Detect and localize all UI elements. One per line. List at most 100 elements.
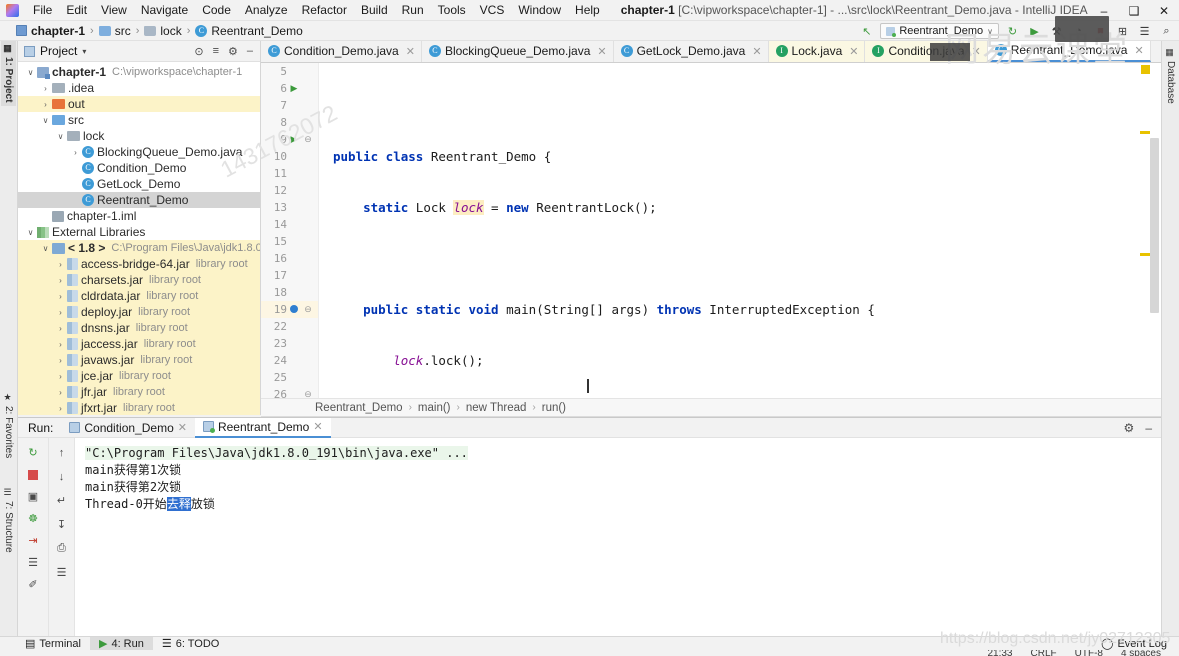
tree-node-jfxrt-jar[interactable]: › jfxrt.jar library root — [18, 400, 260, 415]
run-gutter-icon[interactable]: ▶ — [287, 83, 301, 94]
clear-all-icon[interactable]: ☰ — [54, 565, 70, 580]
tree-node-getlock-demo[interactable]: C GetLock_Demo — [18, 176, 260, 192]
editor-breadcrumb-run[interactable]: run() — [542, 402, 566, 414]
menu-window[interactable]: Window — [511, 1, 568, 19]
status-button-run[interactable]: ▶ 4: Run — [89, 636, 153, 651]
chevron-down-icon[interactable]: ∨ — [39, 244, 52, 253]
gutter-row[interactable]: 13 — [261, 199, 318, 216]
menu-refactor[interactable]: Refactor — [295, 1, 354, 19]
chevron-right-icon[interactable]: › — [54, 324, 67, 333]
error-stripe-marker[interactable] — [1140, 131, 1150, 134]
tree-node-out[interactable]: › out — [18, 96, 260, 112]
editor-tab-blockingqueue-demo-java[interactable]: C BlockingQueue_Demo.java ✕ — [422, 41, 614, 62]
run-icon[interactable]: ▶ — [1026, 23, 1043, 39]
tree-node-blockingqueue-demo-java[interactable]: › C BlockingQueue_Demo.java — [18, 144, 260, 160]
chevron-right-icon[interactable]: › — [54, 260, 67, 269]
gutter-row[interactable]: 11 — [261, 165, 318, 182]
pin-tab-icon[interactable]: ✐ — [25, 577, 41, 592]
close-icon[interactable]: ✕ — [597, 45, 606, 58]
chevron-right-icon[interactable]: › — [54, 388, 67, 397]
console-output[interactable]: "C:\Program Files\Java\jdk1.8.0_191\bin\… — [75, 438, 1161, 637]
rerun-icon[interactable]: ↻ — [25, 445, 41, 460]
export-icon[interactable]: ⇥ — [25, 533, 41, 548]
print-icon[interactable]: ⎙ — [54, 541, 70, 556]
tool-tab-project[interactable]: ▦ 1: Project — [1, 41, 16, 106]
chevron-right-icon[interactable]: › — [54, 356, 67, 365]
tree-node-condition-demo[interactable]: C Condition_Demo — [18, 160, 260, 176]
chevron-right-icon[interactable]: › — [69, 148, 82, 157]
stop-icon[interactable]: ■ — [1092, 23, 1109, 39]
menu-build[interactable]: Build — [354, 1, 395, 19]
gutter-row[interactable]: 17 — [261, 267, 318, 284]
run-tab-condition-demo[interactable]: Condition_Demo ✕ — [61, 418, 195, 438]
menu-tools[interactable]: Tools — [431, 1, 473, 19]
rerun-icon[interactable]: ↻ — [1004, 23, 1021, 39]
error-stripe-marker[interactable] — [1140, 253, 1150, 256]
menu-navigate[interactable]: Navigate — [134, 1, 195, 19]
gutter-row[interactable]: 25 — [261, 369, 318, 386]
fold-toggle-icon[interactable]: ⊖ — [301, 389, 315, 398]
gutter-row[interactable]: 9 ▶ ⊖ — [261, 131, 318, 148]
tree-node-charsets-jar[interactable]: › charsets.jar library root — [18, 272, 260, 288]
fold-toggle-icon[interactable]: ⊖ — [301, 134, 315, 145]
editor-breadcrumb-class[interactable]: Reentrant_Demo — [315, 402, 403, 414]
code-editor[interactable]: 5 6 ▶ 7 8 9 ▶ ⊖ 10 11 12 13 14 15 16 17 18 19 ⊖ 22 23 24 25 26 ⊖… — [261, 63, 1161, 398]
chevron-right-icon[interactable]: › — [54, 292, 67, 301]
update-app-icon[interactable]: ⊞ — [1114, 23, 1131, 39]
collapse-all-icon[interactable]: ≡ — [213, 45, 219, 57]
file-encoding[interactable]: UTF-8 — [1075, 650, 1103, 656]
screenshot-icon[interactable]: ▣ — [25, 489, 41, 504]
editor-tab-getlock-demo-java[interactable]: C GetLock_Demo.java ✕ — [614, 41, 769, 62]
breadcrumb-lock[interactable]: lock — [144, 24, 182, 38]
editor-tab-reentrant-demo-java[interactable]: C Reentrant_Demo.java ✕ — [987, 41, 1151, 62]
chevron-right-icon[interactable]: › — [54, 308, 67, 317]
tree-node-jaccess-jar[interactable]: › jaccess.jar library root — [18, 336, 260, 352]
tree-node-jfr-jar[interactable]: › jfr.jar library root — [18, 384, 260, 400]
menu-help[interactable]: Help — [568, 1, 607, 19]
build-hammer-icon[interactable]: ↖ — [858, 23, 875, 39]
tool-tab-favorites[interactable]: ★ 2: Favorites — [1, 390, 16, 461]
tree-node-1-8[interactable]: ∨ < 1.8 > C:\Program Files\Java\jdk1.8.0_1… — [18, 240, 260, 256]
tree-node-access-bridge-64-jar[interactable]: › access-bridge-64.jar library root — [18, 256, 260, 272]
close-icon[interactable]: ✕ — [406, 45, 415, 58]
gutter-row[interactable]: 16 — [261, 250, 318, 267]
gutter-row[interactable]: 23 — [261, 335, 318, 352]
chevron-down-icon[interactable]: ∨ — [24, 228, 37, 237]
line-separator[interactable]: CRLF — [1031, 650, 1057, 656]
tool-tab-structure[interactable]: ☰ 7: Structure — [1, 485, 16, 556]
editor-code-area[interactable]: public class Reentrant_Demo { static Loc… — [319, 63, 1161, 398]
close-icon[interactable]: ✕ — [849, 45, 858, 58]
thread-dump-icon[interactable]: ☸ — [25, 511, 41, 526]
gutter-row[interactable]: 22 — [261, 318, 318, 335]
tree-node-reentrant-demo[interactable]: C Reentrant_Demo — [18, 192, 260, 208]
editor-tab-condition-java[interactable]: I Condition.java ✕ — [865, 41, 988, 62]
tree-node-jce-jar[interactable]: › jce.jar library root — [18, 368, 260, 384]
console-view-icon[interactable]: ☰ — [25, 555, 41, 570]
minimize-button[interactable]: – — [1089, 4, 1119, 18]
breakpoint-icon[interactable] — [287, 304, 301, 315]
scroll-up-icon[interactable]: ↑ — [54, 445, 70, 460]
chevron-down-icon[interactable]: ∨ — [54, 132, 67, 141]
chevron-right-icon[interactable]: › — [39, 84, 52, 93]
editor-breadcrumb-new-thread[interactable]: new Thread — [466, 402, 527, 414]
scroll-to-end-icon[interactable]: ↧ — [54, 517, 70, 532]
editor-gutter[interactable]: 5 6 ▶ 7 8 9 ▶ ⊖ 10 11 12 13 14 15 16 17 18 19 ⊖ 22 23 24 25 26 ⊖ — [261, 63, 319, 398]
run-configuration-selector[interactable]: Reentrant_Demo ∨ — [880, 23, 999, 39]
chevron-right-icon[interactable]: › — [54, 372, 67, 381]
breadcrumb-reentrant-demo[interactable]: C Reentrant_Demo — [195, 24, 303, 38]
run-tab-reentrant-demo[interactable]: Reentrant_Demo ✕ — [194, 417, 331, 438]
editor-tab-condition-demo-java[interactable]: C Condition_Demo.java ✕ — [261, 41, 422, 62]
chevron-right-icon[interactable]: › — [54, 404, 67, 413]
chevron-right-icon[interactable]: › — [39, 100, 52, 109]
editor-breadcrumb-main[interactable]: main() — [418, 402, 451, 414]
tree-node-cldrdata-jar[interactable]: › cldrdata.jar library root — [18, 288, 260, 304]
close-icon[interactable]: ✕ — [752, 45, 761, 58]
gutter-row[interactable]: 14 — [261, 216, 318, 233]
gutter-row[interactable]: 18 — [261, 284, 318, 301]
tool-tab-database[interactable]: ▦ Database — [1163, 45, 1178, 107]
gutter-row[interactable]: 6 ▶ — [261, 80, 318, 97]
menu-edit[interactable]: Edit — [59, 1, 94, 19]
hide-panel-icon[interactable]: – — [247, 45, 253, 57]
stop-icon[interactable] — [25, 467, 41, 482]
menu-vcs[interactable]: VCS — [473, 1, 512, 19]
